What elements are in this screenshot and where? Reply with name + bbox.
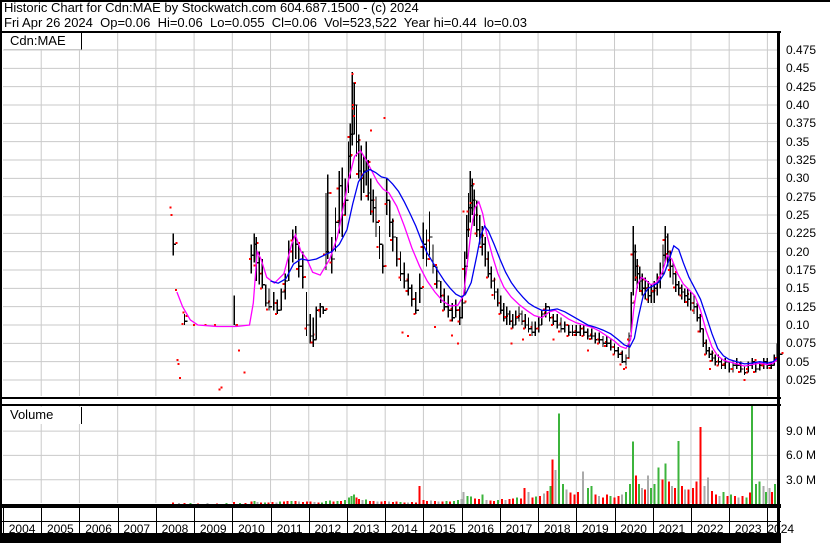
price-tick-label: 0.275: [786, 189, 817, 204]
price-tick-label: 0.075: [786, 336, 817, 351]
year-label: 2005: [46, 521, 74, 536]
year-label: 2013: [352, 521, 380, 536]
price-tick-label: 0.45: [786, 61, 810, 76]
volume-panel-label: Volume: [4, 407, 82, 424]
year-label: 2019: [582, 521, 609, 536]
year-label: 2015: [429, 521, 456, 536]
volume-panel-baseline: [0, 504, 781, 508]
price-tick-label: 0.30: [786, 171, 810, 186]
year-label: 2020: [620, 521, 647, 536]
price-tick-label: 0.05: [786, 354, 810, 369]
volume-panel-top-border: [0, 404, 781, 406]
symbol-label: Cdn:MAE: [4, 33, 82, 50]
border-left: [0, 0, 2, 543]
price-tick-label: 0.35: [786, 134, 810, 149]
ma-line-magenta: [176, 149, 780, 367]
year-label: 2012: [314, 521, 342, 536]
chart-title: Historic Chart for Cdn:MAE by Stockwatch…: [4, 0, 419, 15]
price-tick-label: 0.25: [786, 208, 810, 222]
volume-tick-label: 9.0 M: [786, 424, 817, 439]
year-label: 2022: [696, 521, 724, 536]
volume-tick-label: 6.0 M: [786, 448, 817, 463]
symbol-text: Cdn:MAE: [10, 33, 66, 48]
price-panel-top-border: [0, 31, 781, 33]
price-tick-label: 0.40: [786, 98, 810, 112]
historic-chart-window: 2004 2005 2006 2007 2008 2009 2010 2011 2012 2013…: [0, 0, 830, 543]
border-right-panel: [777, 31, 780, 533]
year-label: 2008: [161, 521, 189, 536]
price-tick-label: 0.475: [786, 43, 817, 57]
year-label: 2011: [276, 521, 303, 536]
chart-canvas: [3, 33, 784, 504]
year-label: 2006: [85, 521, 112, 536]
year-label: 2007: [123, 521, 151, 536]
year-label: 2014: [390, 521, 418, 536]
price-tick-label: 0.025: [786, 373, 817, 387]
year-label: 2017: [505, 521, 533, 536]
price-tick-label: 0.225: [786, 226, 817, 241]
year-axis-midline: [0, 521, 781, 522]
price-tick-label: 0.20: [786, 244, 810, 259]
price-tick-label: 0.10: [786, 318, 810, 332]
year-label: 2016: [467, 521, 495, 536]
price-tick-label: 0.425: [786, 79, 817, 94]
price-tick-label: 0.125: [786, 299, 817, 314]
volume-text: Volume: [10, 407, 54, 422]
price-panel-bottom-border: [0, 397, 781, 399]
year-label: 2021: [658, 521, 686, 536]
volume-bars: [172, 404, 781, 504]
year-label: 2004: [8, 521, 36, 536]
year-label: 2023: [734, 521, 762, 536]
volume-tick-label: 3.0 M: [786, 472, 817, 487]
price-tick-label: 0.375: [786, 116, 817, 131]
ohlc-series: [172, 72, 784, 375]
year-label: 2010: [238, 521, 265, 536]
price-tick-label: 0.325: [786, 153, 817, 167]
price-tick-label: 0.15: [786, 281, 810, 296]
year-label: 2018: [543, 521, 571, 536]
year-label: 2009: [199, 521, 227, 536]
border-bottom: [0, 533, 781, 543]
quote-line: Fri Apr 26 2024 Op=0.06 Hi=0.06 Lo=0.055…: [4, 15, 527, 30]
price-tick-label: 0.175: [786, 263, 817, 277]
